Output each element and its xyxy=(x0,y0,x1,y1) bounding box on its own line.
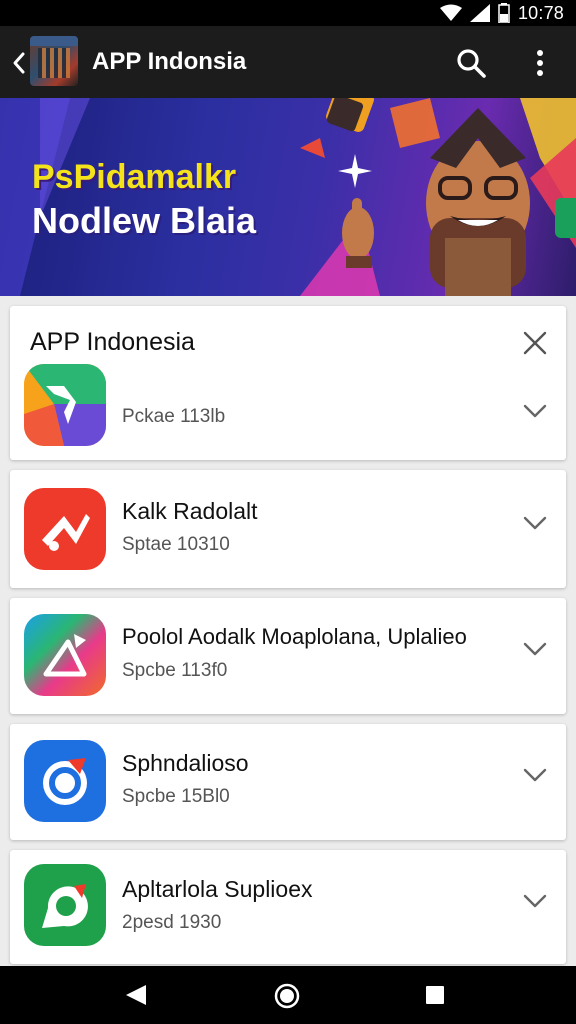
app-card-header: APP Indonesia Pckae 113lb xyxy=(10,306,566,460)
chevron-down-icon xyxy=(523,894,547,908)
app-list-item[interactable]: Apltarlola Suplioex 2pesd 1930 xyxy=(10,850,566,964)
app-list-item[interactable]: Poolol Aodalk Moaplolana, Uplalieo Spcbe… xyxy=(10,598,566,714)
expand-button[interactable] xyxy=(520,760,550,790)
expand-button[interactable] xyxy=(520,634,550,664)
more-options-button[interactable] xyxy=(526,46,554,80)
wifi-icon xyxy=(439,4,462,21)
back-button[interactable] xyxy=(10,50,28,76)
close-icon xyxy=(523,331,547,355)
app-list-item[interactable]: Sphndalioso Spcbe 15Bl0 xyxy=(10,724,566,840)
blue-circle-icon xyxy=(24,740,106,822)
search-icon xyxy=(457,49,486,78)
app-bar: APP Indonsia xyxy=(0,26,576,98)
app-name: Poolol Aodalk Moaplolana, Uplalieo xyxy=(122,624,467,649)
app-size: Spcbe 15Bl0 xyxy=(122,786,230,807)
banner-headline: PsPidamalkr xyxy=(32,158,237,196)
chevron-down-icon xyxy=(523,642,547,656)
chevron-down-icon xyxy=(523,404,547,418)
app-list-item[interactable]: Kalk Radolalt Sptae 10310 xyxy=(10,470,566,588)
nav-back-button[interactable] xyxy=(124,983,148,1012)
multicolor-arrow-icon[interactable] xyxy=(24,364,106,446)
search-button[interactable] xyxy=(454,46,488,80)
chevron-down-icon xyxy=(523,516,547,530)
green-c-icon xyxy=(24,864,106,946)
nav-home-button[interactable] xyxy=(274,983,300,1014)
expand-button[interactable] xyxy=(520,508,550,538)
banner-art xyxy=(0,98,576,296)
banner-subheadline: Nodlew Blaia xyxy=(32,200,257,241)
circle-home-icon xyxy=(274,983,300,1009)
app-title: APP Indonsia xyxy=(92,48,247,75)
app-name: Sphndalioso xyxy=(122,750,249,776)
chevron-left-icon xyxy=(13,52,25,74)
close-button[interactable] xyxy=(520,328,550,358)
more-vertical-icon xyxy=(537,50,543,76)
app-name: Apltarlola Suplioex xyxy=(122,876,313,902)
status-time: 10:78 xyxy=(517,2,564,23)
signal-icon xyxy=(469,4,490,22)
system-nav-bar xyxy=(0,966,576,1024)
app-size: Spcbe 113f0 xyxy=(122,660,228,681)
gradient-triangle-icon xyxy=(24,614,106,696)
expand-button[interactable] xyxy=(520,886,550,916)
red-scissor-icon xyxy=(24,488,106,570)
app-size: 2pesd 1930 xyxy=(122,912,222,933)
card-title: APP Indonesia xyxy=(30,328,195,356)
triangle-back-icon xyxy=(126,985,146,1005)
square-recents-icon xyxy=(426,986,444,1004)
status-icons: 10:78 xyxy=(439,0,564,26)
nav-recents-button[interactable] xyxy=(424,984,446,1011)
battery-icon xyxy=(498,3,510,23)
promo-banner[interactable]: PsPidamalkr Nodlew Blaia xyxy=(0,98,576,296)
status-bar: 10:78 xyxy=(0,0,576,26)
expand-button[interactable] xyxy=(520,396,550,426)
chevron-down-icon xyxy=(523,768,547,782)
app-size: Pckae 113lb xyxy=(122,406,226,427)
app-thumbnail xyxy=(30,36,78,86)
app-name: Kalk Radolalt xyxy=(122,498,258,524)
app-size: Sptae 10310 xyxy=(122,534,230,555)
